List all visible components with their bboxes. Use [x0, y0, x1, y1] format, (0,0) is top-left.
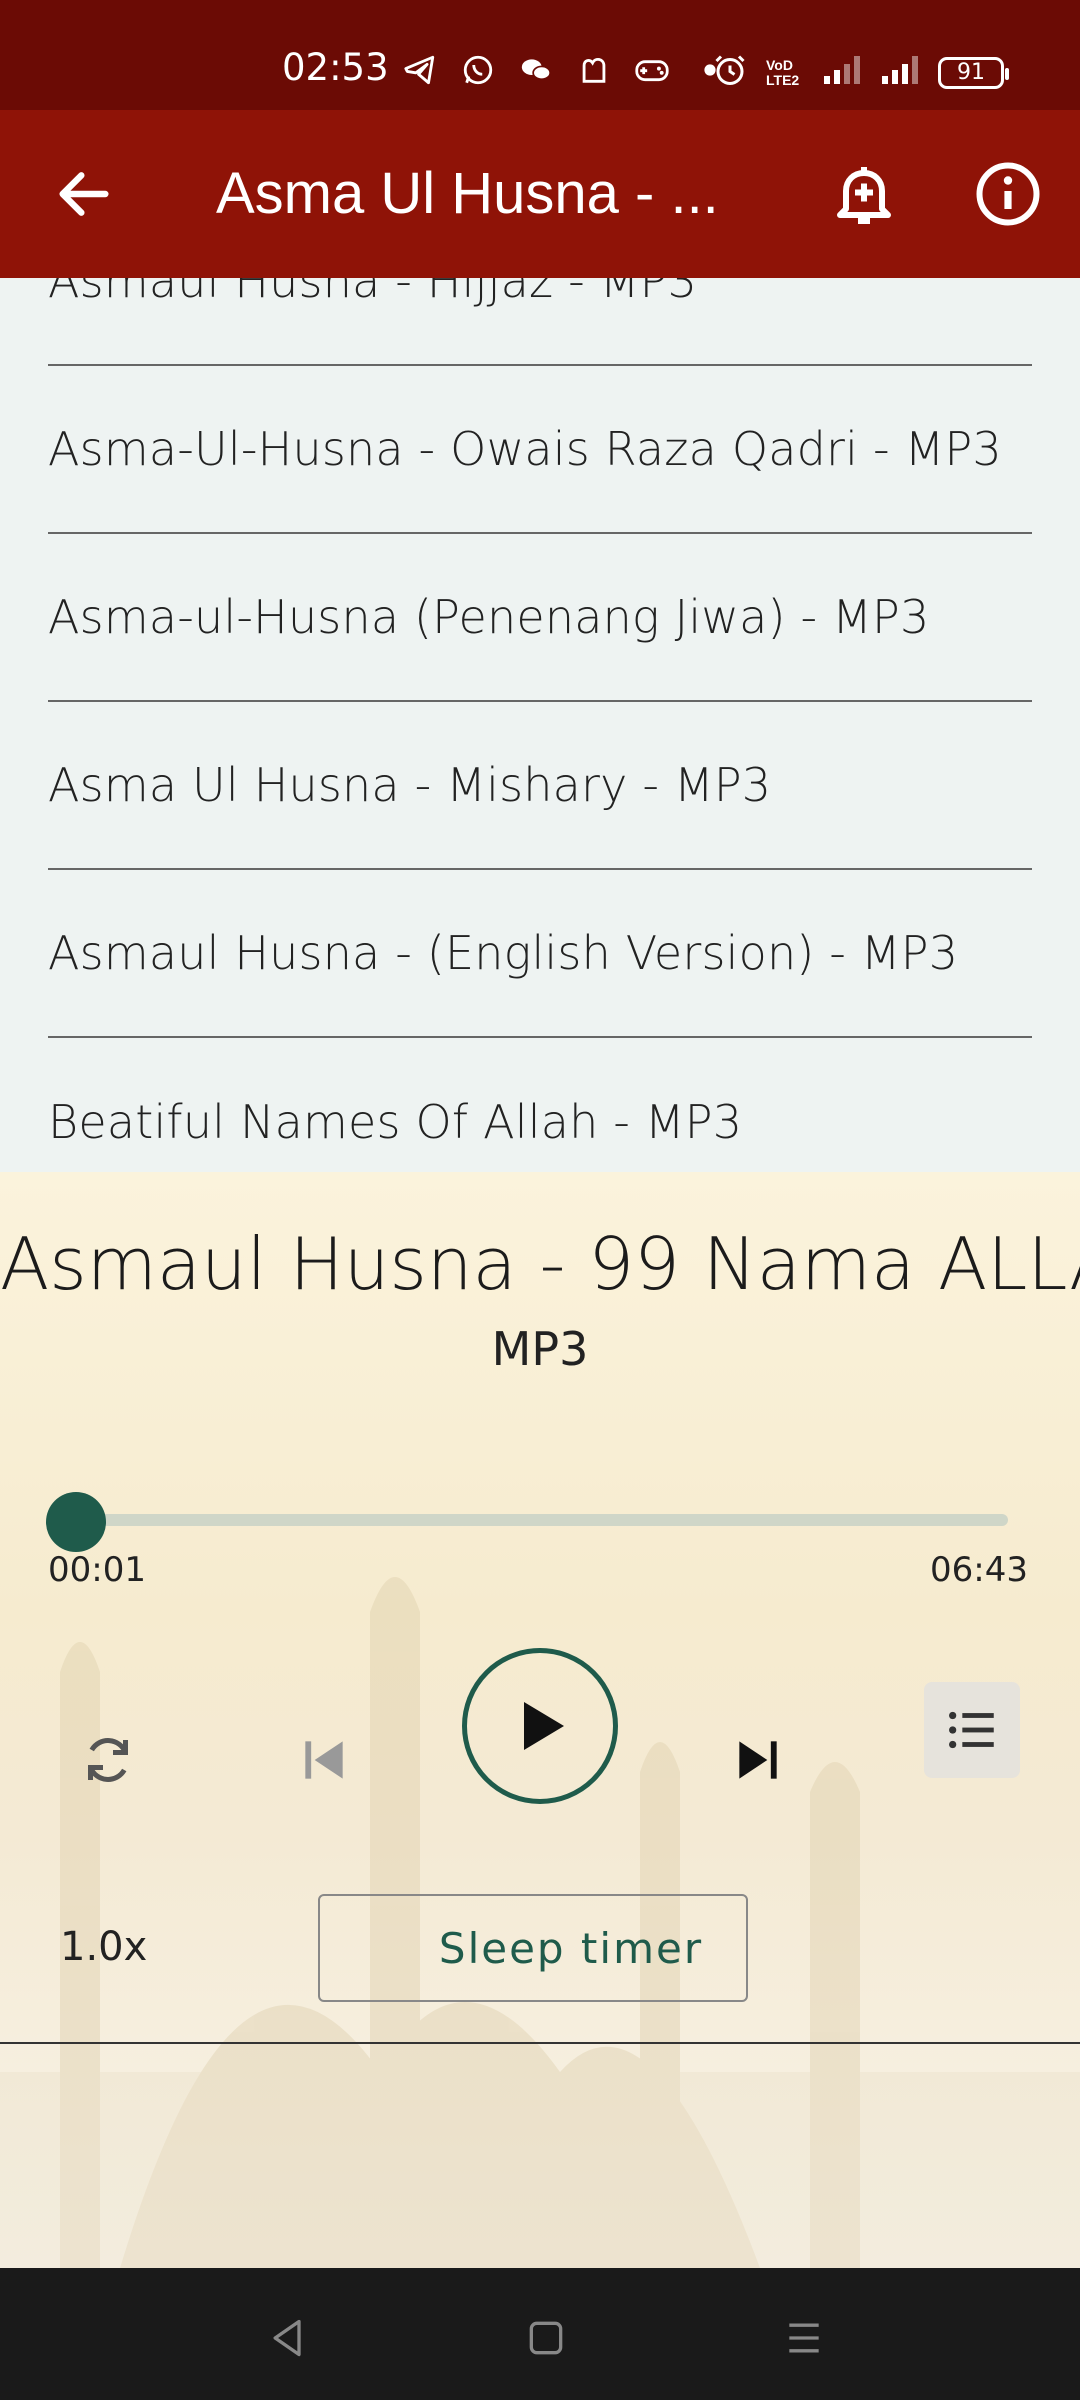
menu-recents-icon [789, 2323, 819, 2353]
play-icon [524, 1702, 564, 1750]
signal-icon [880, 54, 920, 91]
battery-indicator: 91 [938, 56, 1009, 89]
list-icon [949, 1711, 994, 1749]
status-icons [402, 52, 728, 88]
skip-previous-icon [305, 1741, 343, 1779]
status-bar: 02:53 VoD LTE2 91 [0, 0, 1080, 110]
divider [0, 2042, 1080, 2044]
wechat-icon [518, 52, 554, 88]
current-time: 00:01 [48, 1550, 146, 1590]
network-label: VoD LTE2 [766, 56, 800, 88]
app-bar: Asma Ul Husna - ... [0, 110, 1080, 278]
repeat-icon [88, 1738, 128, 1782]
skip-next-icon [739, 1741, 777, 1779]
nav-home-button[interactable] [516, 2308, 576, 2368]
triangle-back-icon [273, 2319, 301, 2357]
arrow-left-icon [59, 172, 109, 216]
app-icon [576, 52, 612, 88]
back-button[interactable] [52, 162, 116, 226]
player-panel: Asmaul Husna - 99 Nama ALLAH MP3 00:01 0… [0, 1172, 1080, 2268]
status-right: VoD LTE2 91 [712, 52, 1009, 93]
list-item[interactable]: Asma-ul-Husna (Penenang Jiwa) - MP3 [48, 534, 1032, 702]
sleep-timer-label: Sleep timer [438, 1923, 704, 1973]
play-button[interactable] [462, 1648, 618, 1804]
list-item[interactable]: Beatiful Names Of Allah - MP3 [48, 1038, 1032, 1172]
bell-plus-icon [837, 167, 891, 224]
info-icon [976, 162, 1040, 226]
track-subtitle: MP3 [491, 1322, 589, 1376]
track-list[interactable]: Asmaul Husna - Hijjaz - MP3 Asma-Ul-Husn… [0, 278, 1080, 1172]
telegram-icon [402, 52, 438, 88]
nav-back-button[interactable] [258, 2308, 318, 2368]
notification-add-button[interactable] [828, 158, 900, 230]
gamepad-icon [634, 52, 670, 88]
total-time: 06:43 [930, 1550, 1028, 1590]
system-navigation-bar [0, 2268, 1080, 2400]
seek-bar[interactable] [74, 1514, 1008, 1526]
list-item[interactable]: Asmaul Husna - (English Version) - MP3 [48, 870, 1032, 1038]
sleep-timer-button[interactable]: Sleep timer [318, 1894, 748, 2002]
alarm-icon [712, 52, 748, 93]
seek-thumb[interactable] [46, 1492, 107, 1552]
info-button[interactable] [972, 158, 1044, 230]
square-home-icon [529, 2321, 563, 2355]
list-item[interactable]: Asma-Ul-Husna - Owais Raza Qadri - MP3 [48, 366, 1032, 534]
repeat-button[interactable] [72, 1724, 144, 1796]
previous-button[interactable] [288, 1724, 360, 1796]
list-item[interactable]: Asmaul Husna - Hijjaz - MP3 [48, 278, 1032, 366]
next-button[interactable] [722, 1724, 794, 1796]
page-title: Asma Ul Husna - ... [216, 161, 719, 226]
whatsapp-icon [460, 52, 496, 88]
playback-speed-button[interactable]: 1.0x [60, 1924, 147, 1970]
nav-recents-button[interactable] [774, 2308, 834, 2368]
track-title: Asmaul Husna - 99 Nama ALLAH [0, 1222, 1080, 1306]
status-time: 02:53 [282, 46, 389, 89]
moon-icon [373, 1927, 395, 1969]
playlist-button[interactable] [924, 1682, 1020, 1778]
signal-icon [822, 54, 862, 91]
list-item[interactable]: Asma Ul Husna - Mishary - MP3 [48, 702, 1032, 870]
